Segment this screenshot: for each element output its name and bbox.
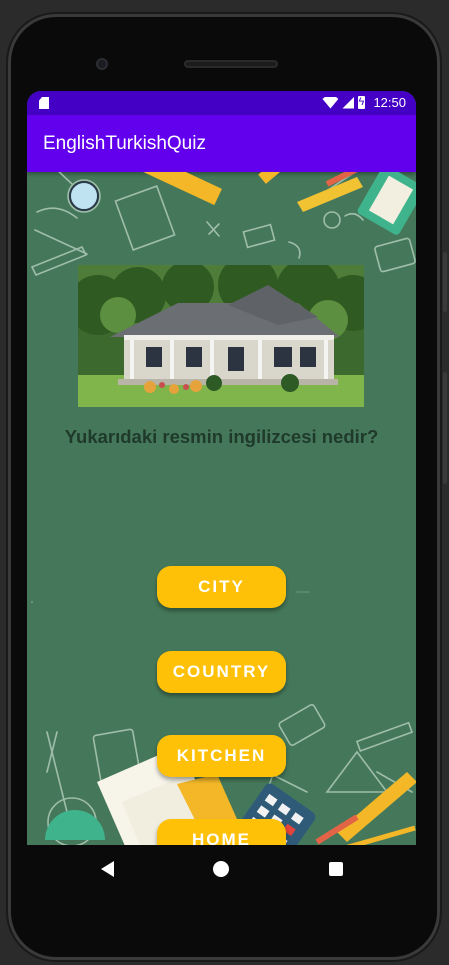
- signal-icon: [342, 96, 355, 109]
- question-text: Yukarıdaki resmin ingilizcesi nedir?: [64, 426, 379, 447]
- recents-icon[interactable]: [329, 862, 343, 876]
- earpiece-speaker: [184, 60, 278, 68]
- calculator-outline-icon: [278, 704, 326, 746]
- navigation-bar: [27, 845, 416, 895]
- status-time: 12:50: [373, 95, 406, 110]
- home-icon[interactable]: [213, 861, 229, 877]
- calculator-icon: [374, 237, 416, 273]
- eraser-icon: [242, 223, 276, 249]
- app-title: EnglishTurkishQuiz: [43, 133, 206, 154]
- answer-button-country[interactable]: COUNTRY: [157, 651, 286, 693]
- front-camera: [96, 58, 108, 70]
- sd-card-icon: [39, 97, 49, 109]
- power-button: [443, 372, 447, 484]
- answer-button-city[interactable]: CITY: [157, 566, 286, 608]
- volume-button: [443, 252, 447, 312]
- house-photo: [78, 265, 364, 407]
- battery-charging-icon: [358, 94, 366, 110]
- back-icon[interactable]: [101, 861, 114, 877]
- quiz-content: Yukarıdaki resmin ingilizcesi nedir? CIT…: [27, 172, 416, 845]
- wifi-icon: [322, 96, 339, 109]
- app-bar: EnglishTurkishQuiz: [27, 115, 416, 172]
- answer-button-kitchen[interactable]: KITCHEN: [157, 735, 286, 777]
- screen: 12:50 EnglishTurkishQuiz: [27, 91, 416, 845]
- answer-button-home[interactable]: HOME: [157, 819, 286, 845]
- status-bar: 12:50: [27, 91, 416, 115]
- notebook-icon: [114, 185, 176, 251]
